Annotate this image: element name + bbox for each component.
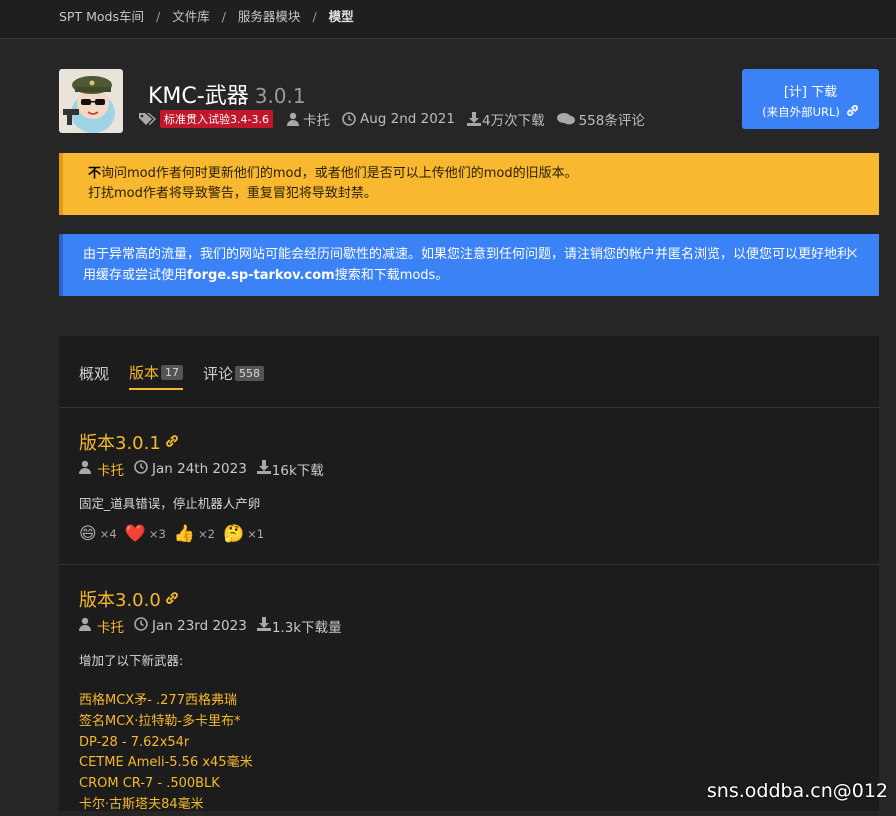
warning-bold: 不 (88, 166, 102, 181)
mod-version: 3.0.1 (254, 84, 306, 108)
content-panel: 概观 版本 17 评论 558 版本3.0.1 卡托 Jan 24th 2023 1… (59, 336, 879, 812)
comments-icon (556, 112, 575, 126)
info-alert: 由于异常高的流量，我们的网站可能会经历间歇性的减速。如果您注意到任何问题，请注销… (59, 234, 879, 296)
version-date: Jan 24th 2023 (152, 461, 247, 477)
tab-comments-label: 评论 (203, 365, 234, 383)
breadcrumb-library[interactable]: 文件库 (172, 9, 210, 24)
divider (59, 564, 879, 565)
version-downloads: 1.3k下载量 (271, 620, 342, 636)
link-icon (846, 104, 859, 120)
versions-count-badge: 17 (161, 365, 184, 380)
reaction-count: ×3 (148, 527, 166, 541)
version-description: 固定_道具错误，停止机器人产卵 (79, 496, 261, 511)
mod-author[interactable]: 卡托 (303, 109, 330, 129)
mod-meta: 标准贯入试验3.4-3.6 卡托 Aug 2nd 2021 4万次下载 558条… (138, 109, 645, 129)
comments-count-badge: 558 (235, 366, 265, 381)
tab-comments[interactable]: 评论 558 (203, 362, 265, 390)
tab-versions[interactable]: 版本 17 (129, 362, 184, 390)
download-button[interactable]: [计] 下载 (来自外部URL) (742, 69, 879, 129)
mod-date: Aug 2nd 2021 (359, 111, 455, 127)
version-title-row: 版本3.0.0 (79, 586, 342, 612)
tab-overview-label: 概观 (79, 365, 110, 383)
link-icon[interactable] (165, 589, 179, 610)
user-icon (79, 617, 91, 635)
reaction-count: ×1 (247, 527, 265, 541)
warning-line-2: 打扰mod作者将导致警告，重复冒犯将导致封禁。 (88, 186, 377, 201)
version-title[interactable]: 版本3.0.1 (79, 429, 161, 455)
version-entry: 版本3.0.1 卡托 Jan 24th 2023 16k下载 固定_道具错误，停… (79, 429, 324, 544)
reaction-count: ×2 (197, 527, 215, 541)
mod-comments[interactable]: 558条评论 (579, 109, 645, 129)
version-meta: 卡托 Jan 24th 2023 16k下载 (79, 459, 324, 479)
version-date: Jan 23rd 2023 (152, 618, 247, 634)
grin-emoji-icon[interactable]: 😄 (79, 524, 97, 544)
forge-link[interactable]: forge.sp-tarkov.com (187, 268, 335, 283)
download-sublabel: (来自外部URL) (762, 105, 840, 119)
clock-icon (134, 617, 148, 635)
tab-overview[interactable]: 概观 (79, 362, 109, 390)
info-text-2: 搜索和下载mods。 (334, 268, 449, 283)
link-icon[interactable] (165, 432, 179, 453)
mod-downloads: 4万次下载 (481, 113, 545, 129)
list-item: CROM CR-7 - .500BLK (79, 776, 220, 792)
download-label: [计] 下载 (783, 85, 838, 100)
mod-avatar (59, 69, 123, 133)
clock-icon (134, 460, 148, 478)
version-description: 增加了以下新武器: (79, 653, 184, 668)
breadcrumb: SPT Mods车间 / 文件库 / 服务器模块 / 模型 (59, 9, 354, 24)
clock-icon (342, 112, 356, 126)
breadcrumb-current: 模型 (328, 9, 354, 24)
version-downloads: 16k下载 (271, 463, 324, 479)
mod-title-row: KMC-武器 3.0.1 (148, 78, 306, 110)
heart-emoji-icon[interactable]: ❤️ (125, 524, 146, 544)
mod-title: KMC-武器 (148, 84, 249, 109)
version-meta: 卡托 Jan 23rd 2023 1.3k下载量 (79, 616, 342, 636)
weapon-list: 西格MCX矛- .277西格弗瑞 签名MCX·拉特勒-多卡里布* DP-28 -… (79, 691, 342, 816)
version-entry: 版本3.0.0 卡托 Jan 23rd 2023 1.3k下载量 增加了以下新武… (79, 586, 342, 816)
top-bar: SPT Mods车间 / 文件库 / 服务器模块 / 模型 (0, 0, 896, 39)
warning-alert: 不询问mod作者何时更新他们的mod，或者他们是否可以上传他们的mod的旧版本。… (59, 153, 879, 215)
watermark: sns.oddba.cn@012 (706, 780, 888, 802)
breadcrumb-server-modules[interactable]: 服务器模块 (238, 9, 301, 24)
list-item: DP-28 - 7.62x54r (79, 734, 190, 750)
thinking-emoji-icon[interactable]: 🤔 (223, 524, 244, 544)
close-icon[interactable]: × (846, 243, 859, 262)
download-icon (256, 617, 271, 635)
download-sublabel-row: (来自外部URL) (742, 104, 879, 120)
user-icon (286, 112, 299, 126)
version-title[interactable]: 版本3.0.0 (79, 586, 161, 612)
divider (59, 407, 879, 408)
download-icon (256, 460, 271, 478)
tags-icon (138, 112, 156, 126)
version-author[interactable]: 卡托 (97, 459, 124, 479)
list-item: 西格MCX矛- .277西格弗瑞 (79, 693, 237, 708)
user-icon (79, 460, 91, 478)
download-icon (466, 112, 481, 126)
tab-bar: 概观 版本 17 评论 558 (79, 362, 265, 390)
reaction-count: ×4 (99, 527, 117, 541)
tab-versions-label: 版本 (129, 364, 160, 382)
reactions: 😄 ×4 ❤️ ×3 👍 ×2 🤔 ×1 (79, 524, 324, 544)
list-item: 签名MCX·拉特勒-多卡里布* (79, 713, 241, 729)
breadcrumb-home[interactable]: SPT Mods车间 (59, 9, 144, 24)
warning-line-1: 询问mod作者何时更新他们的mod，或者他们是否可以上传他们的mod的旧版本。 (101, 166, 578, 181)
version-author[interactable]: 卡托 (97, 616, 124, 636)
list-item: 卡尔·古斯塔夫84毫米 (79, 796, 204, 812)
version-tag-badge[interactable]: 标准贯入试验3.4-3.6 (160, 110, 273, 128)
version-title-row: 版本3.0.1 (79, 429, 324, 455)
thumbs-up-emoji-icon[interactable]: 👍 (174, 524, 195, 544)
list-item: CETME Ameli-5.56 x45毫米 (79, 755, 253, 771)
